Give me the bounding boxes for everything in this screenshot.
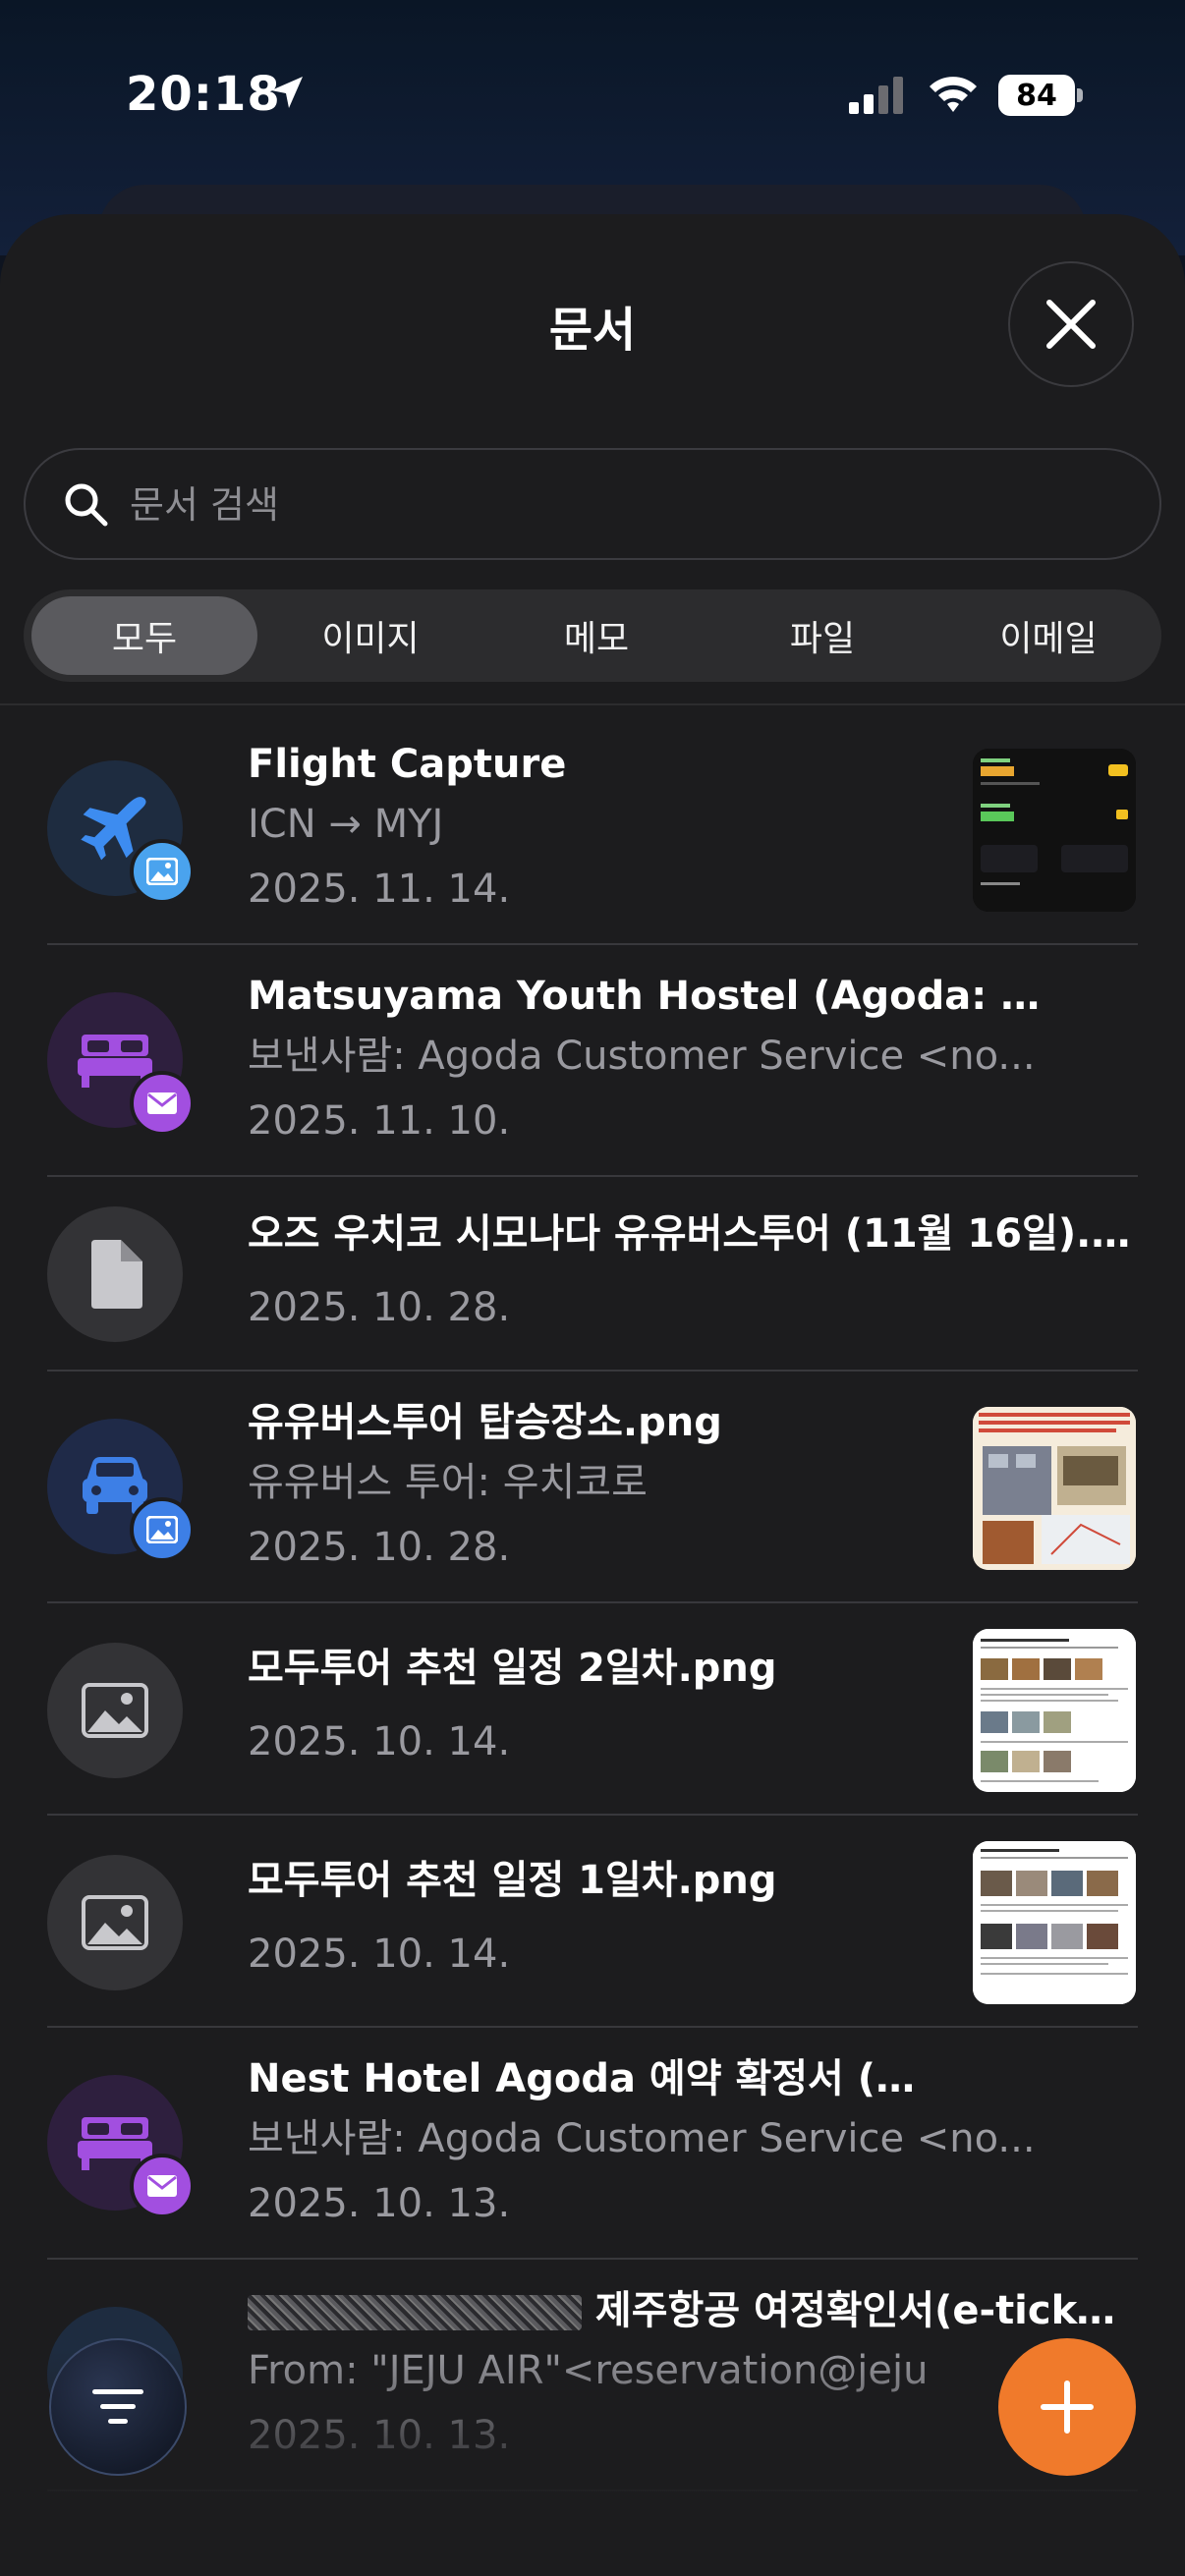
document-thumbnail (973, 1407, 1136, 1570)
mail-badge (130, 2154, 195, 2218)
document-date: 2025. 10. 13. (248, 2181, 511, 2226)
document-title-text: 제주항공 여정확인서(e-ticket) (582, 2288, 1132, 2333)
image-icon (146, 858, 178, 885)
document-avatar (47, 1643, 183, 1778)
document-subtitle: 보낸사람: Agoda Customer Service <no... (248, 2116, 1036, 2161)
filter-tabs: 모두 이미지 메모 파일 이메일 (24, 589, 1161, 682)
tab-memos[interactable]: 메모 (483, 596, 709, 675)
list-item-ozu-pdf[interactable]: 오즈 우치코 시모나다 유유버스투어 (11월 16일).p... 2025. … (0, 1177, 1185, 1372)
document-avatar (47, 1206, 183, 1342)
document-date: 2025. 10. 28. (248, 1525, 511, 1570)
status-time: 20:18 (126, 67, 281, 122)
tab-all[interactable]: 모두 (31, 596, 257, 675)
document-subtitle: ICN → MYJ (248, 802, 444, 847)
mail-icon (147, 1092, 177, 1114)
document-title-text: Nest Hotel Agoda 예약 확정서 ( (248, 2056, 876, 2101)
document-thumbnail (973, 1629, 1136, 1792)
document-subtitle: 유유버스 투어: 우치코로 (248, 1460, 648, 1505)
document-title-close-paren: ) (1131, 2056, 1132, 2101)
image-icon (146, 1516, 178, 1543)
list-item-matsuyama-hostel[interactable]: Matsuyama Youth Hostel (Agoda: ... 보낸사람:… (0, 945, 1185, 1177)
document-title-text: Matsuyama Youth Hostel (Agoda: (248, 974, 1001, 1019)
document-date: 2025. 10. 14. (248, 1719, 511, 1764)
close-button[interactable] (1008, 261, 1134, 387)
bus-stop-image-thumbnail (973, 1407, 1136, 1570)
search-field[interactable] (24, 448, 1161, 560)
list-item-modetour-day2[interactable]: 모두투어 추천 일정 2일차.png 2025. 10. 14. (0, 1603, 1185, 1816)
battery-level: 84 (998, 75, 1075, 116)
mail-icon (147, 2175, 177, 2197)
document-title: Matsuyama Youth Hostel (Agoda: ... (248, 969, 1132, 1024)
document-title: 제주항공 여정확인서(e-ticket) (248, 2283, 1132, 2338)
close-icon (1046, 300, 1096, 349)
document-title: 모두투어 추천 일정 1일차.png (248, 1858, 777, 1903)
location-arrow-icon (271, 77, 303, 108)
list-item-yuyu-bus[interactable]: 유유버스투어 탑승장소.png 유유버스 투어: 우치코로 2025. 10. … (0, 1372, 1185, 1603)
document-date: 2025. 10. 14. (248, 1932, 511, 1977)
image-icon (82, 1683, 148, 1738)
tab-emails[interactable]: 이메일 (935, 596, 1161, 675)
document-date: 2025. 10. 28. (248, 1285, 511, 1330)
image-icon (82, 1895, 148, 1950)
document-thumbnail (973, 1841, 1136, 2004)
cellular-signal-icon (849, 77, 903, 114)
filter-lines-icon (92, 2389, 143, 2424)
flight-screenshot-thumbnail (973, 749, 1136, 912)
search-icon (65, 483, 108, 527)
status-bar: 20:18 84 (0, 0, 1185, 187)
document-date: 2025. 11. 14. (248, 867, 511, 912)
image-badge (130, 839, 195, 904)
add-document-button[interactable] (998, 2338, 1136, 2476)
row-separator (47, 2490, 1138, 2492)
document-title: 모두투어 추천 일정 2일차.png (248, 1646, 777, 1691)
document-title: Flight Capture (248, 742, 567, 787)
mail-badge (130, 1071, 195, 1136)
search-input[interactable] (128, 470, 1114, 540)
tab-images[interactable]: 이미지 (257, 596, 483, 675)
filter-menu-button[interactable] (49, 2338, 187, 2476)
list-item-flight-capture[interactable]: Flight Capture ICN → MYJ 2025. 11. 14. (0, 713, 1185, 945)
image-badge (130, 1497, 195, 1562)
plus-icon (1041, 2380, 1094, 2434)
documents-list: Flight Capture ICN → MYJ 2025. 11. 14. M… (0, 713, 1185, 2492)
battery-indicator: 84 (998, 75, 1083, 116)
document-avatar (47, 1855, 183, 1990)
tab-files[interactable]: 파일 (709, 596, 935, 675)
document-date: 2025. 11. 10. (248, 1098, 511, 1144)
itinerary-day1-thumbnail (973, 1841, 1136, 2004)
redacted-block (248, 2295, 582, 2330)
list-top-divider (0, 703, 1185, 705)
list-item-nest-hotel[interactable]: Nest Hotel Agoda 예약 확정서 () 보낸사람: Agoda C… (0, 2028, 1185, 2260)
file-icon (91, 1240, 142, 1309)
itinerary-day2-thumbnail (973, 1629, 1136, 1792)
document-title: Nest Hotel Agoda 예약 확정서 () (248, 2051, 1132, 2106)
document-title: 오즈 우치코 시모나다 유유버스투어 (11월 16일).p... (248, 1211, 1132, 1257)
list-item-modetour-day1[interactable]: 모두투어 추천 일정 1일차.png 2025. 10. 14. (0, 1816, 1185, 2028)
battery-nub (1077, 88, 1083, 102)
document-subtitle: 보낸사람: Agoda Customer Service <no... (248, 1034, 1036, 1079)
document-thumbnail (973, 749, 1136, 912)
wifi-icon (930, 77, 977, 112)
document-title: 유유버스투어 탑승장소.png (248, 1400, 722, 1445)
